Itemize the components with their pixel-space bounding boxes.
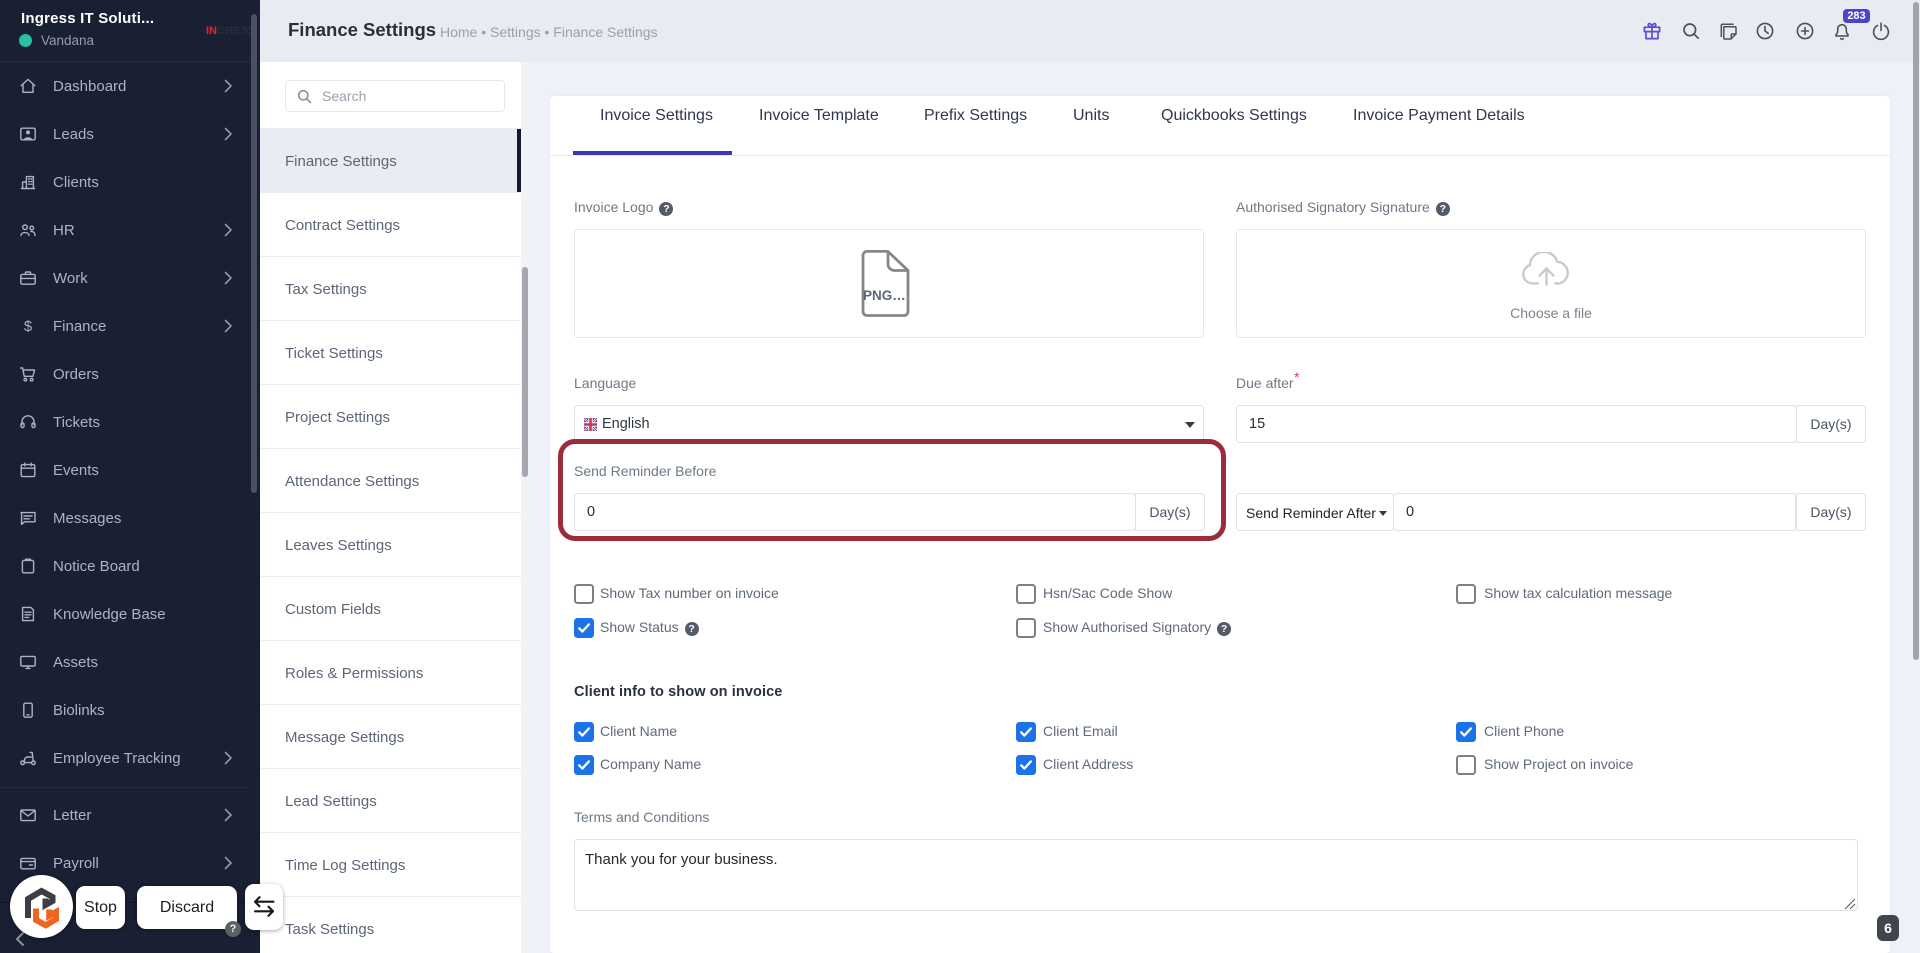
svg-text:PNG…: PNG… [863,288,906,303]
svg-text:$: $ [24,318,33,335]
